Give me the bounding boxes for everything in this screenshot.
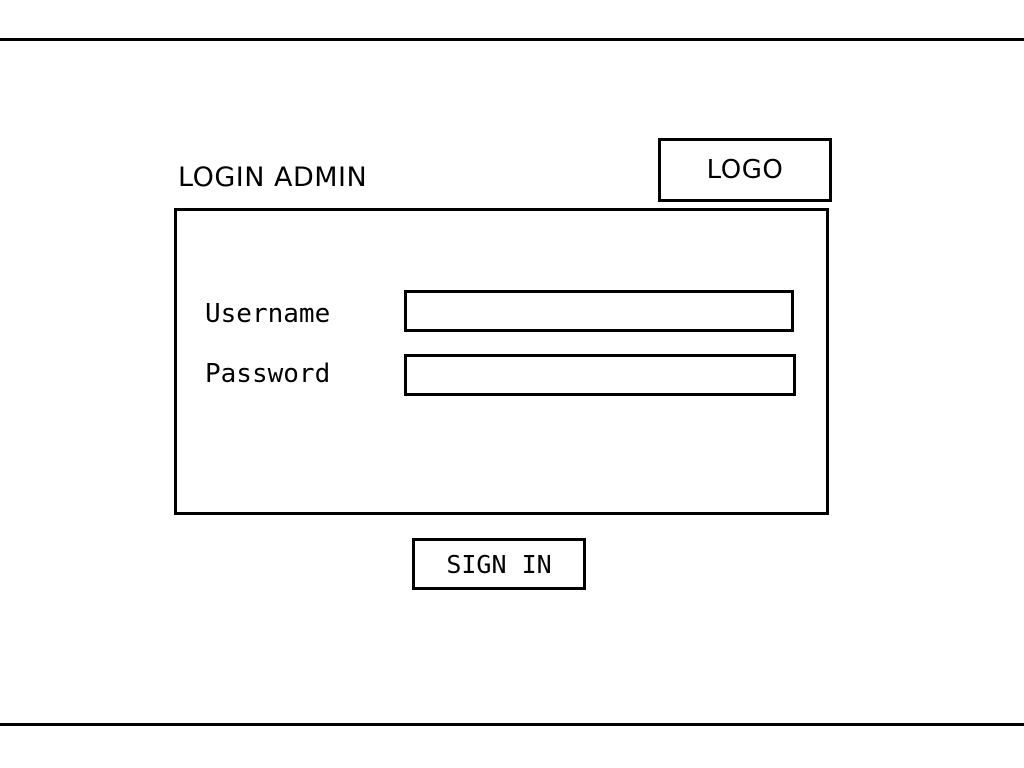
username-label: Username: [205, 299, 331, 329]
logo-text: LOGO: [706, 155, 784, 185]
bottom-divider: [0, 723, 1024, 726]
top-divider: [0, 38, 1024, 41]
logo: LOGO: [658, 138, 832, 202]
password-label: Password: [205, 359, 331, 389]
password-field[interactable]: [404, 354, 796, 396]
username-field[interactable]: [404, 290, 794, 332]
page-title: LOGIN ADMIN: [178, 162, 368, 193]
sign-in-button[interactable]: SIGN IN: [412, 538, 586, 590]
